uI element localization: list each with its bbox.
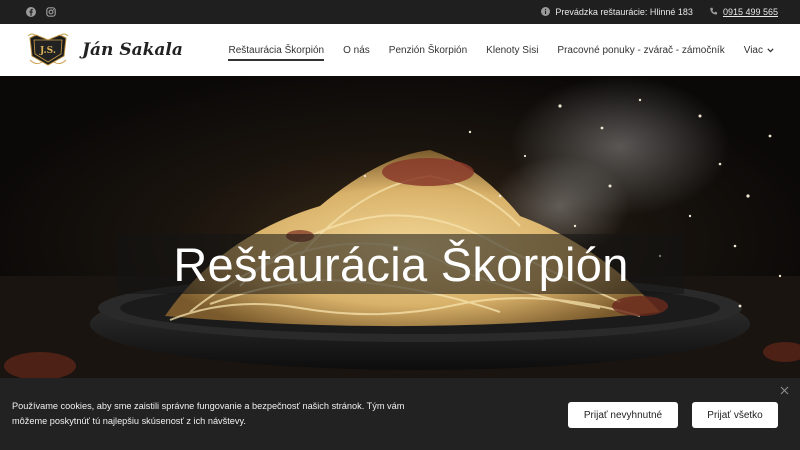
logo[interactable]: J.S. Ján Sakala — [26, 32, 183, 68]
chevron-down-icon — [767, 47, 774, 52]
nav-item-more[interactable]: Viac — [744, 39, 774, 62]
main-nav: Reštaurácia Škorpión O nás Penzión Škorp… — [228, 39, 774, 62]
hero-title: Reštaurácia Škorpión — [173, 237, 629, 291]
nav-item-pracovne-ponuky[interactable]: Pracovné ponuky - zvárač - zámočník — [557, 39, 724, 62]
nav-item-klenoty[interactable]: Klenoty Sisi — [486, 39, 538, 62]
address-info: Prevádzka reštaurácie: Hlinné 183 — [541, 6, 693, 18]
phone-info[interactable]: 0915 499 565 — [709, 7, 778, 18]
facebook-icon[interactable] — [26, 7, 36, 17]
accept-necessary-button[interactable]: Prijať nevyhnutné — [568, 402, 678, 428]
hero-title-box: Reštaurácia Škorpión — [118, 234, 684, 294]
nav-item-o-nas[interactable]: O nás — [343, 39, 370, 62]
social-links — [26, 7, 56, 17]
logo-emblem-icon: J.S. — [27, 33, 69, 66]
phone-icon — [709, 7, 718, 18]
hero-section: Reštaurácia Škorpión — [0, 76, 800, 378]
site-header: J.S. Ján Sakala Reštaurácia Škorpión O n… — [0, 24, 800, 76]
logo-name: Ján Sakala — [82, 40, 183, 60]
accept-all-button[interactable]: Prijať všetko — [692, 402, 778, 428]
instagram-icon[interactable] — [46, 7, 56, 17]
top-bar: Prevádzka reštaurácie: Hlinné 183 0915 4… — [0, 0, 800, 24]
hero-pasta-image — [0, 76, 800, 378]
address-label: Prevádzka reštaurácie: Hlinné 183 — [555, 7, 693, 17]
logo-initials: J.S. — [39, 46, 56, 56]
nav-item-restauracia[interactable]: Reštaurácia Škorpión — [228, 39, 324, 62]
more-label: Viac — [743, 44, 763, 56]
close-icon[interactable] — [780, 386, 790, 396]
cookie-text: Používame cookies, aby sme zaistili sprá… — [12, 401, 405, 426]
info-icon — [541, 6, 551, 18]
cookie-banner: Používame cookies, aby sme zaistili sprá… — [0, 378, 800, 450]
nav-item-penzion[interactable]: Penzión Škorpión — [389, 39, 467, 62]
contact-info: Prevádzka reštaurácie: Hlinné 183 0915 4… — [541, 6, 778, 18]
cookie-buttons: Prijať nevyhnutné Prijať všetko — [568, 402, 778, 428]
phone-link[interactable]: 0915 499 565 — [723, 7, 778, 17]
